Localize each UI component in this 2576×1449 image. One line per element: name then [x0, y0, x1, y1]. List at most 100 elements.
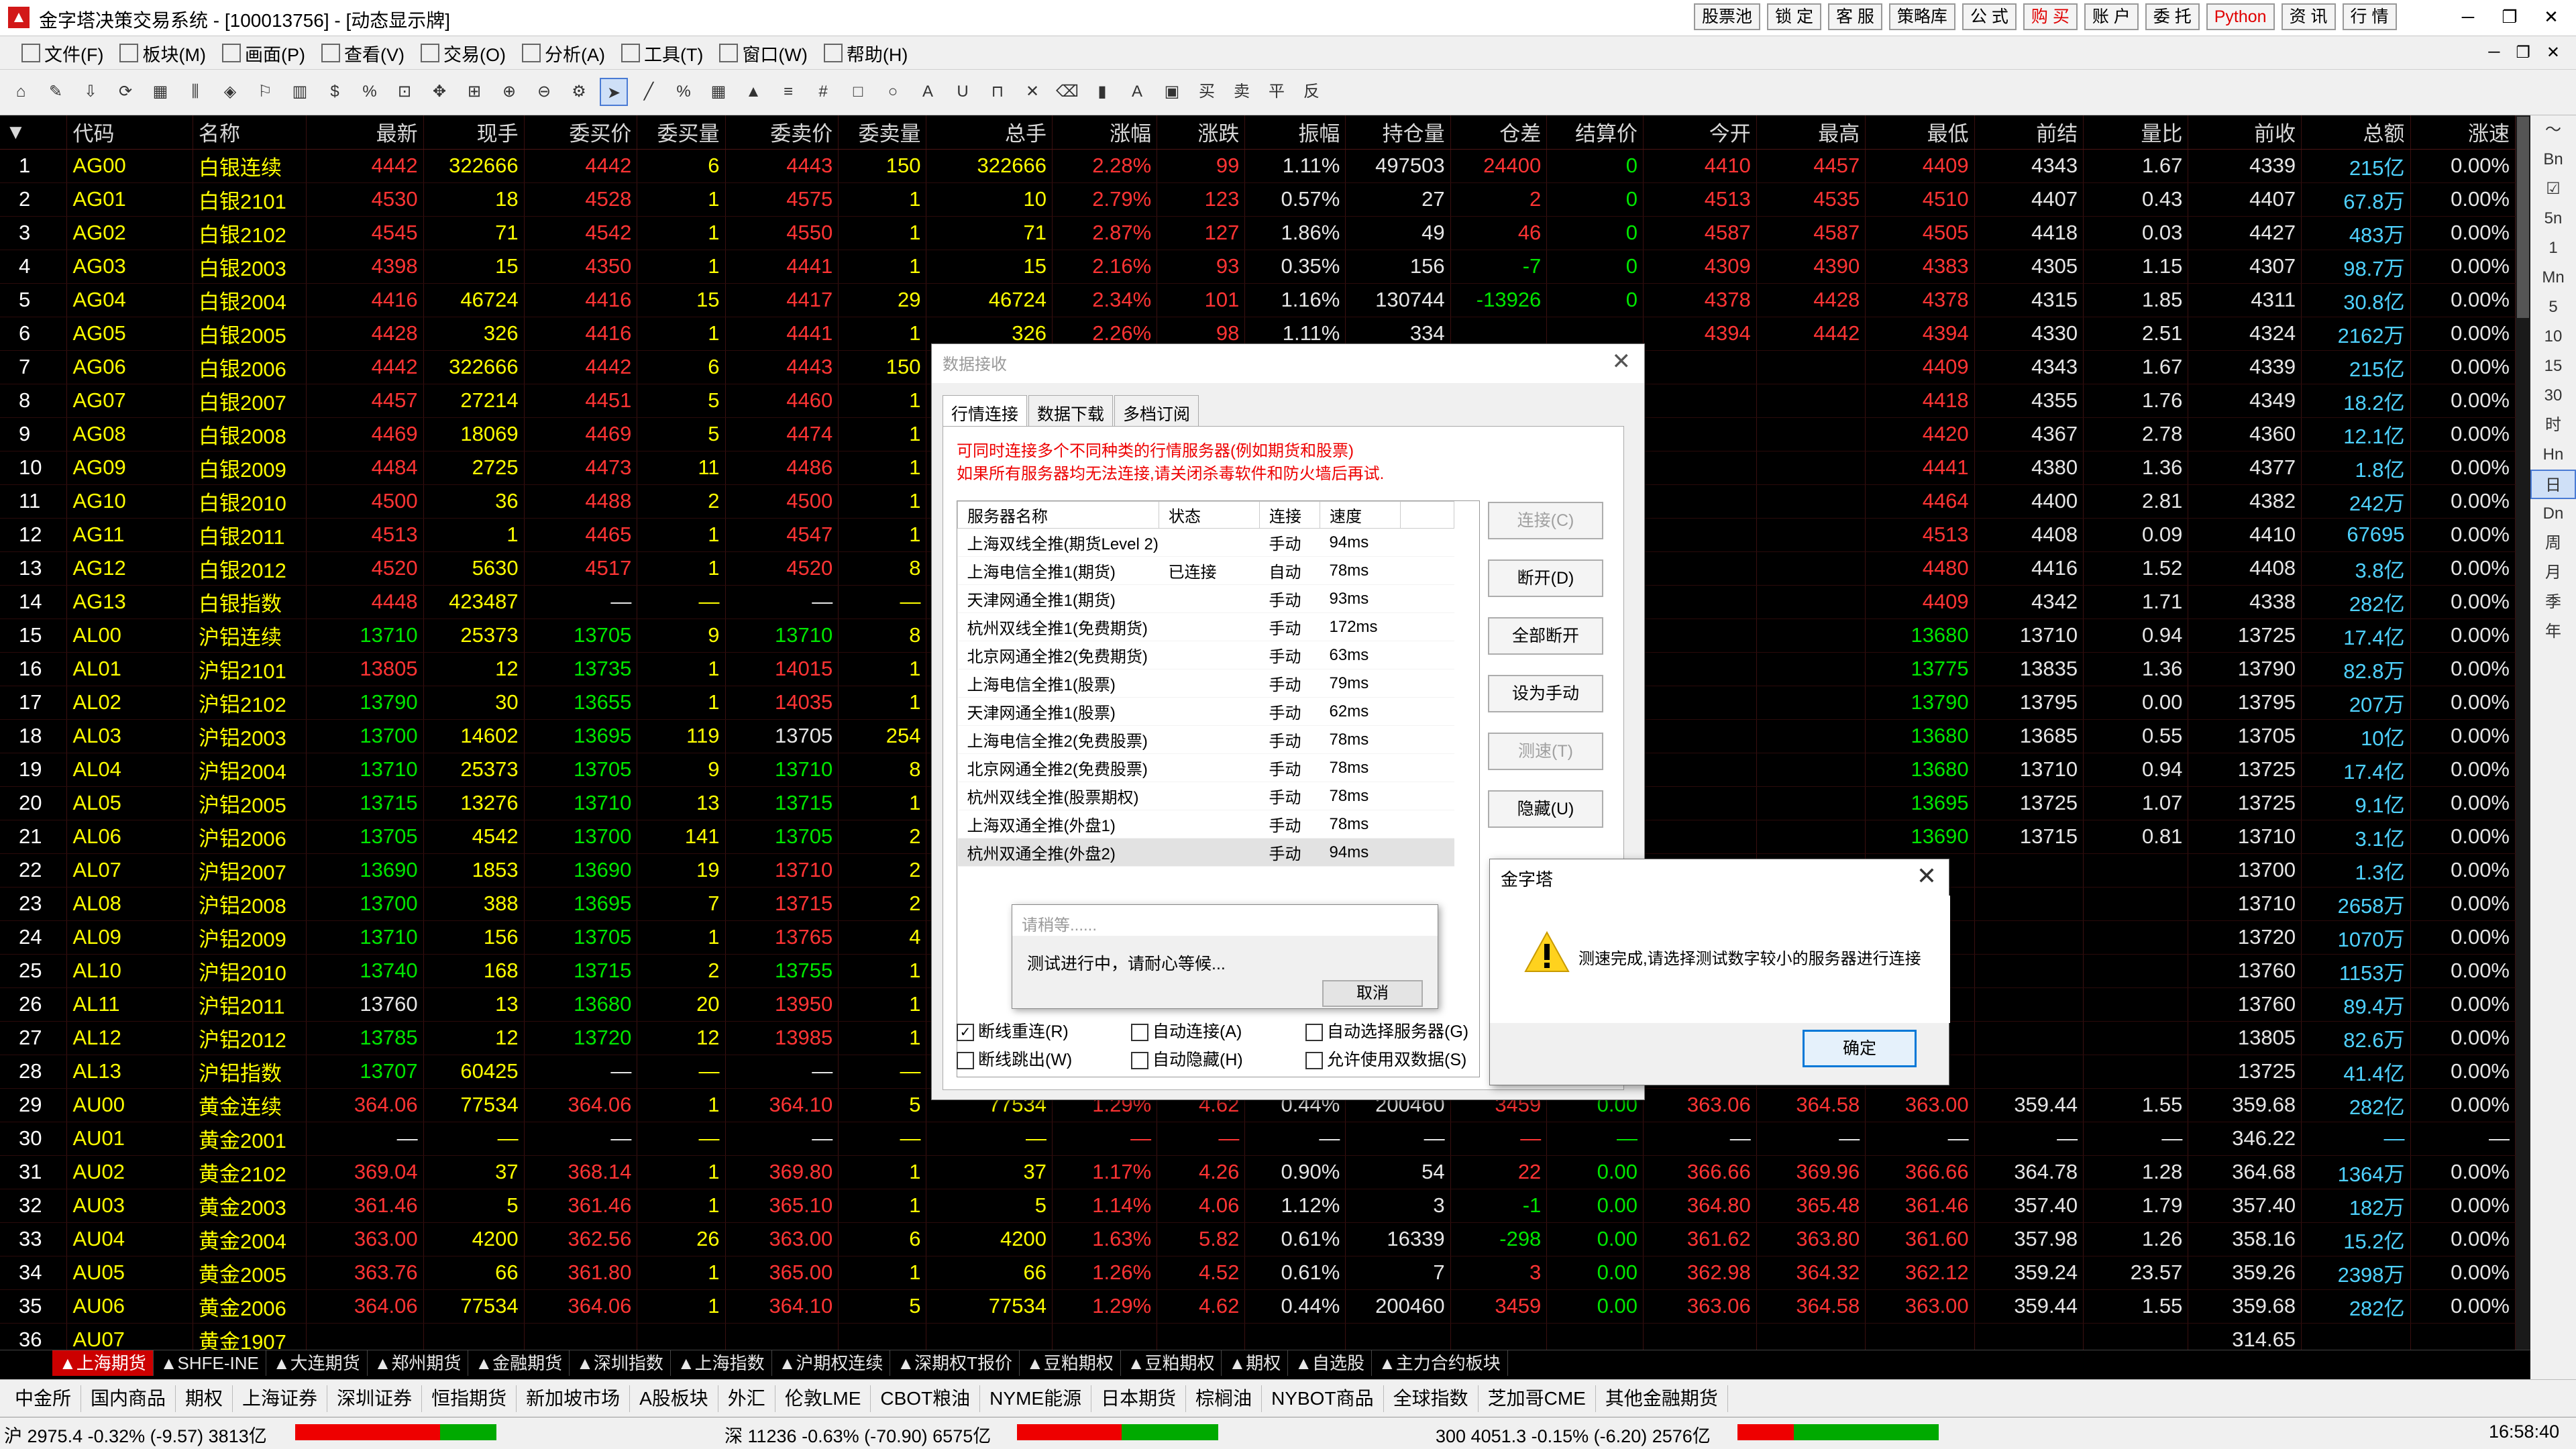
dialog-button[interactable]: 隐藏(U) [1488, 790, 1603, 828]
sheet-tab[interactable]: ▲上海期货 [52, 1350, 154, 1376]
table-row[interactable]: 30 AU01 黄金2001— — — — — — — — — — — — — — — — — —346.22— — [0, 1122, 2516, 1156]
market-category[interactable]: 伦敦LME [775, 1385, 871, 1412]
sheet-tab[interactable]: ▲大连期货 [266, 1350, 368, 1376]
market-category[interactable]: 恒指期货 [422, 1385, 517, 1412]
option-checkbox[interactable]: 允许使用双数据(S) [1305, 1046, 1466, 1071]
sheet-tab[interactable]: ▲自选股 [1288, 1350, 1372, 1376]
option-checkbox[interactable]: 断线跳出(W) [957, 1046, 1072, 1071]
toolbar-tool-icon[interactable]: % [669, 78, 698, 106]
server-row[interactable]: 北京网通全推2(免费股票) 手动 78ms [957, 753, 1454, 782]
table-row[interactable]: 1 AG00 白银连续 4442 322666 4442 6 4443 150 322666 2.2… [0, 149, 2516, 183]
toolbar-tool-icon[interactable]: ✕ [1018, 78, 1046, 106]
toolbar-tool-icon[interactable]: ⇩ [76, 78, 105, 106]
toolbar-tool-icon[interactable]: ⊕ [495, 78, 523, 106]
column-header[interactable]: 涨速 [2410, 115, 2516, 150]
toolbar-tool-icon[interactable]: ⌂ [7, 78, 35, 106]
toolbar-tool-icon[interactable]: U [949, 78, 977, 106]
market-category[interactable]: 其他金融期货 [1596, 1385, 1728, 1412]
menu-item[interactable]: 查看(V) [313, 40, 413, 66]
market-category[interactable]: 外汇 [718, 1385, 775, 1412]
top-button[interactable]: 行 情 [2342, 3, 2397, 30]
market-category[interactable]: 芝加哥CME [1479, 1385, 1596, 1412]
period-button[interactable]: 1 [2530, 233, 2576, 263]
column-header[interactable]: 涨跌 [1157, 115, 1246, 150]
period-button[interactable]: Hn [2530, 440, 2576, 470]
market-category[interactable]: 期权 [176, 1385, 233, 1412]
cancel-button[interactable]: 取消 [1322, 980, 1423, 1007]
market-category[interactable]: 深圳证券 [327, 1385, 423, 1412]
toolbar-tool-icon[interactable]: ⊡ [390, 78, 419, 106]
toolbar-tool-icon[interactable]: ⫼ [181, 78, 209, 106]
column-header[interactable]: 持仓量 [1345, 115, 1451, 150]
toolbar-tool-icon[interactable]: ▲ [739, 78, 767, 106]
toolbar-tool-icon[interactable]: # [809, 78, 837, 106]
mdi-control-icon[interactable]: ❐ [2516, 43, 2530, 62]
dialog-button[interactable]: 断开(D) [1488, 559, 1603, 597]
toolbar-tool-icon[interactable]: ⌫ [1053, 78, 1081, 106]
checkbox-checked-icon[interactable]: ✓ [957, 1024, 974, 1042]
toolbar-tool-icon[interactable]: $ [321, 78, 349, 106]
toolbar-tool-icon[interactable]: ≡ [774, 78, 802, 106]
server-row[interactable]: 北京网通全推2(免费期货) 手动 63ms [957, 641, 1454, 669]
close-icon[interactable]: ✕ [2530, 0, 2572, 34]
top-button[interactable]: 购 买 [2023, 3, 2078, 30]
toolbar-tool-icon[interactable]: ⊖ [530, 78, 558, 106]
server-row[interactable]: 天津网通全推1(期货) 手动 93ms [957, 584, 1454, 613]
server-row[interactable]: 杭州双通全推(外盘2) 手动 94ms [957, 838, 1454, 867]
mdi-control-icon[interactable]: ─ [2488, 43, 2500, 62]
period-button[interactable]: 月 [2530, 558, 2576, 588]
sheet-tab[interactable]: ▲郑州期货 [368, 1350, 469, 1376]
toolbar-tool-icon[interactable]: ○ [879, 78, 907, 106]
dialog-button[interactable]: 设为手动 [1488, 675, 1603, 712]
column-header[interactable]: 今开 [1643, 115, 1757, 150]
top-button[interactable]: 客 服 [1827, 3, 1882, 30]
column-header[interactable]: 委卖价 [725, 115, 839, 150]
market-category[interactable]: 国内商品 [81, 1385, 176, 1412]
column-header[interactable]: 涨幅 [1052, 115, 1158, 150]
sheet-tab[interactable]: ▲豆粕期权 [1121, 1350, 1222, 1376]
top-button[interactable]: Python [2206, 3, 2275, 30]
period-button[interactable]: 15 [2530, 352, 2576, 381]
toolbar-tool-icon[interactable]: ◈ [216, 78, 244, 106]
period-button[interactable]: 30 [2530, 381, 2576, 411]
checkbox-icon[interactable] [957, 1052, 974, 1070]
server-row[interactable]: 上海双线全推(期货Level 2) 手动 94ms [957, 528, 1454, 557]
top-button[interactable]: 账 户 [2084, 3, 2139, 30]
toolbar-tool-icon[interactable]: A [1123, 78, 1151, 106]
sheet-tab[interactable]: ▲期权 [1222, 1350, 1289, 1376]
column-header[interactable]: 振幅 [1244, 115, 1346, 150]
toolbar-tool-icon[interactable]: ▮ [1088, 78, 1116, 106]
toolbar-tool-icon[interactable]: ▦ [704, 78, 733, 106]
minimize-icon[interactable]: ─ [2447, 0, 2489, 34]
column-header[interactable]: 前收 [2188, 115, 2302, 150]
period-button[interactable]: Mn [2530, 263, 2576, 292]
toolbar-tool-icon[interactable]: 平 [1263, 78, 1291, 106]
checkbox-icon[interactable] [1131, 1052, 1148, 1070]
sheet-tab[interactable]: ▲金融期货 [468, 1350, 570, 1376]
period-button[interactable]: 年 [2530, 617, 2576, 647]
period-button[interactable]: ☑ [2530, 174, 2576, 204]
toolbar-tool-icon[interactable]: 买 [1193, 78, 1221, 106]
period-button[interactable]: 日 [2530, 470, 2576, 499]
toolbar-tool-icon[interactable]: ✥ [425, 78, 453, 106]
column-header[interactable]: 前结 [1974, 115, 2084, 150]
toolbar-tool-icon[interactable]: □ [844, 78, 872, 106]
option-checkbox[interactable]: 自动选择服务器(G) [1305, 1018, 1468, 1042]
menu-item[interactable]: 窗口(W) [711, 40, 815, 66]
period-button[interactable]: 10 [2530, 322, 2576, 352]
column-header[interactable]: 仓差 [1450, 115, 1548, 150]
restore-icon[interactable]: ❐ [2489, 0, 2530, 34]
column-header[interactable]: 委卖量 [838, 115, 927, 150]
toolbar-tool-icon[interactable]: ⊓ [983, 78, 1012, 106]
column-header[interactable]: 现手 [423, 115, 525, 150]
column-header-index[interactable]: ▼ [0, 115, 68, 150]
toolbar-tool-icon[interactable]: A [914, 78, 942, 106]
table-row[interactable]: 31 AU02 黄金2102 369.04 37 368.14 1 369.80 1 37 1.17… [0, 1155, 2516, 1189]
toolbar-tool-icon[interactable]: ⊞ [460, 78, 488, 106]
market-category[interactable]: 新加坡市场 [517, 1385, 631, 1412]
toolbar-tool-icon[interactable]: ▦ [146, 78, 174, 106]
column-header[interactable]: 名称 [193, 115, 307, 150]
period-button[interactable]: 〜 [2530, 115, 2576, 145]
server-row[interactable]: 天津网通全推1(股票) 手动 62ms [957, 697, 1454, 726]
table-row[interactable]: 2 AG01 白银2101 4530 18 4528 1 4575 1 10 2.79% 123 0.5… [0, 182, 2516, 217]
